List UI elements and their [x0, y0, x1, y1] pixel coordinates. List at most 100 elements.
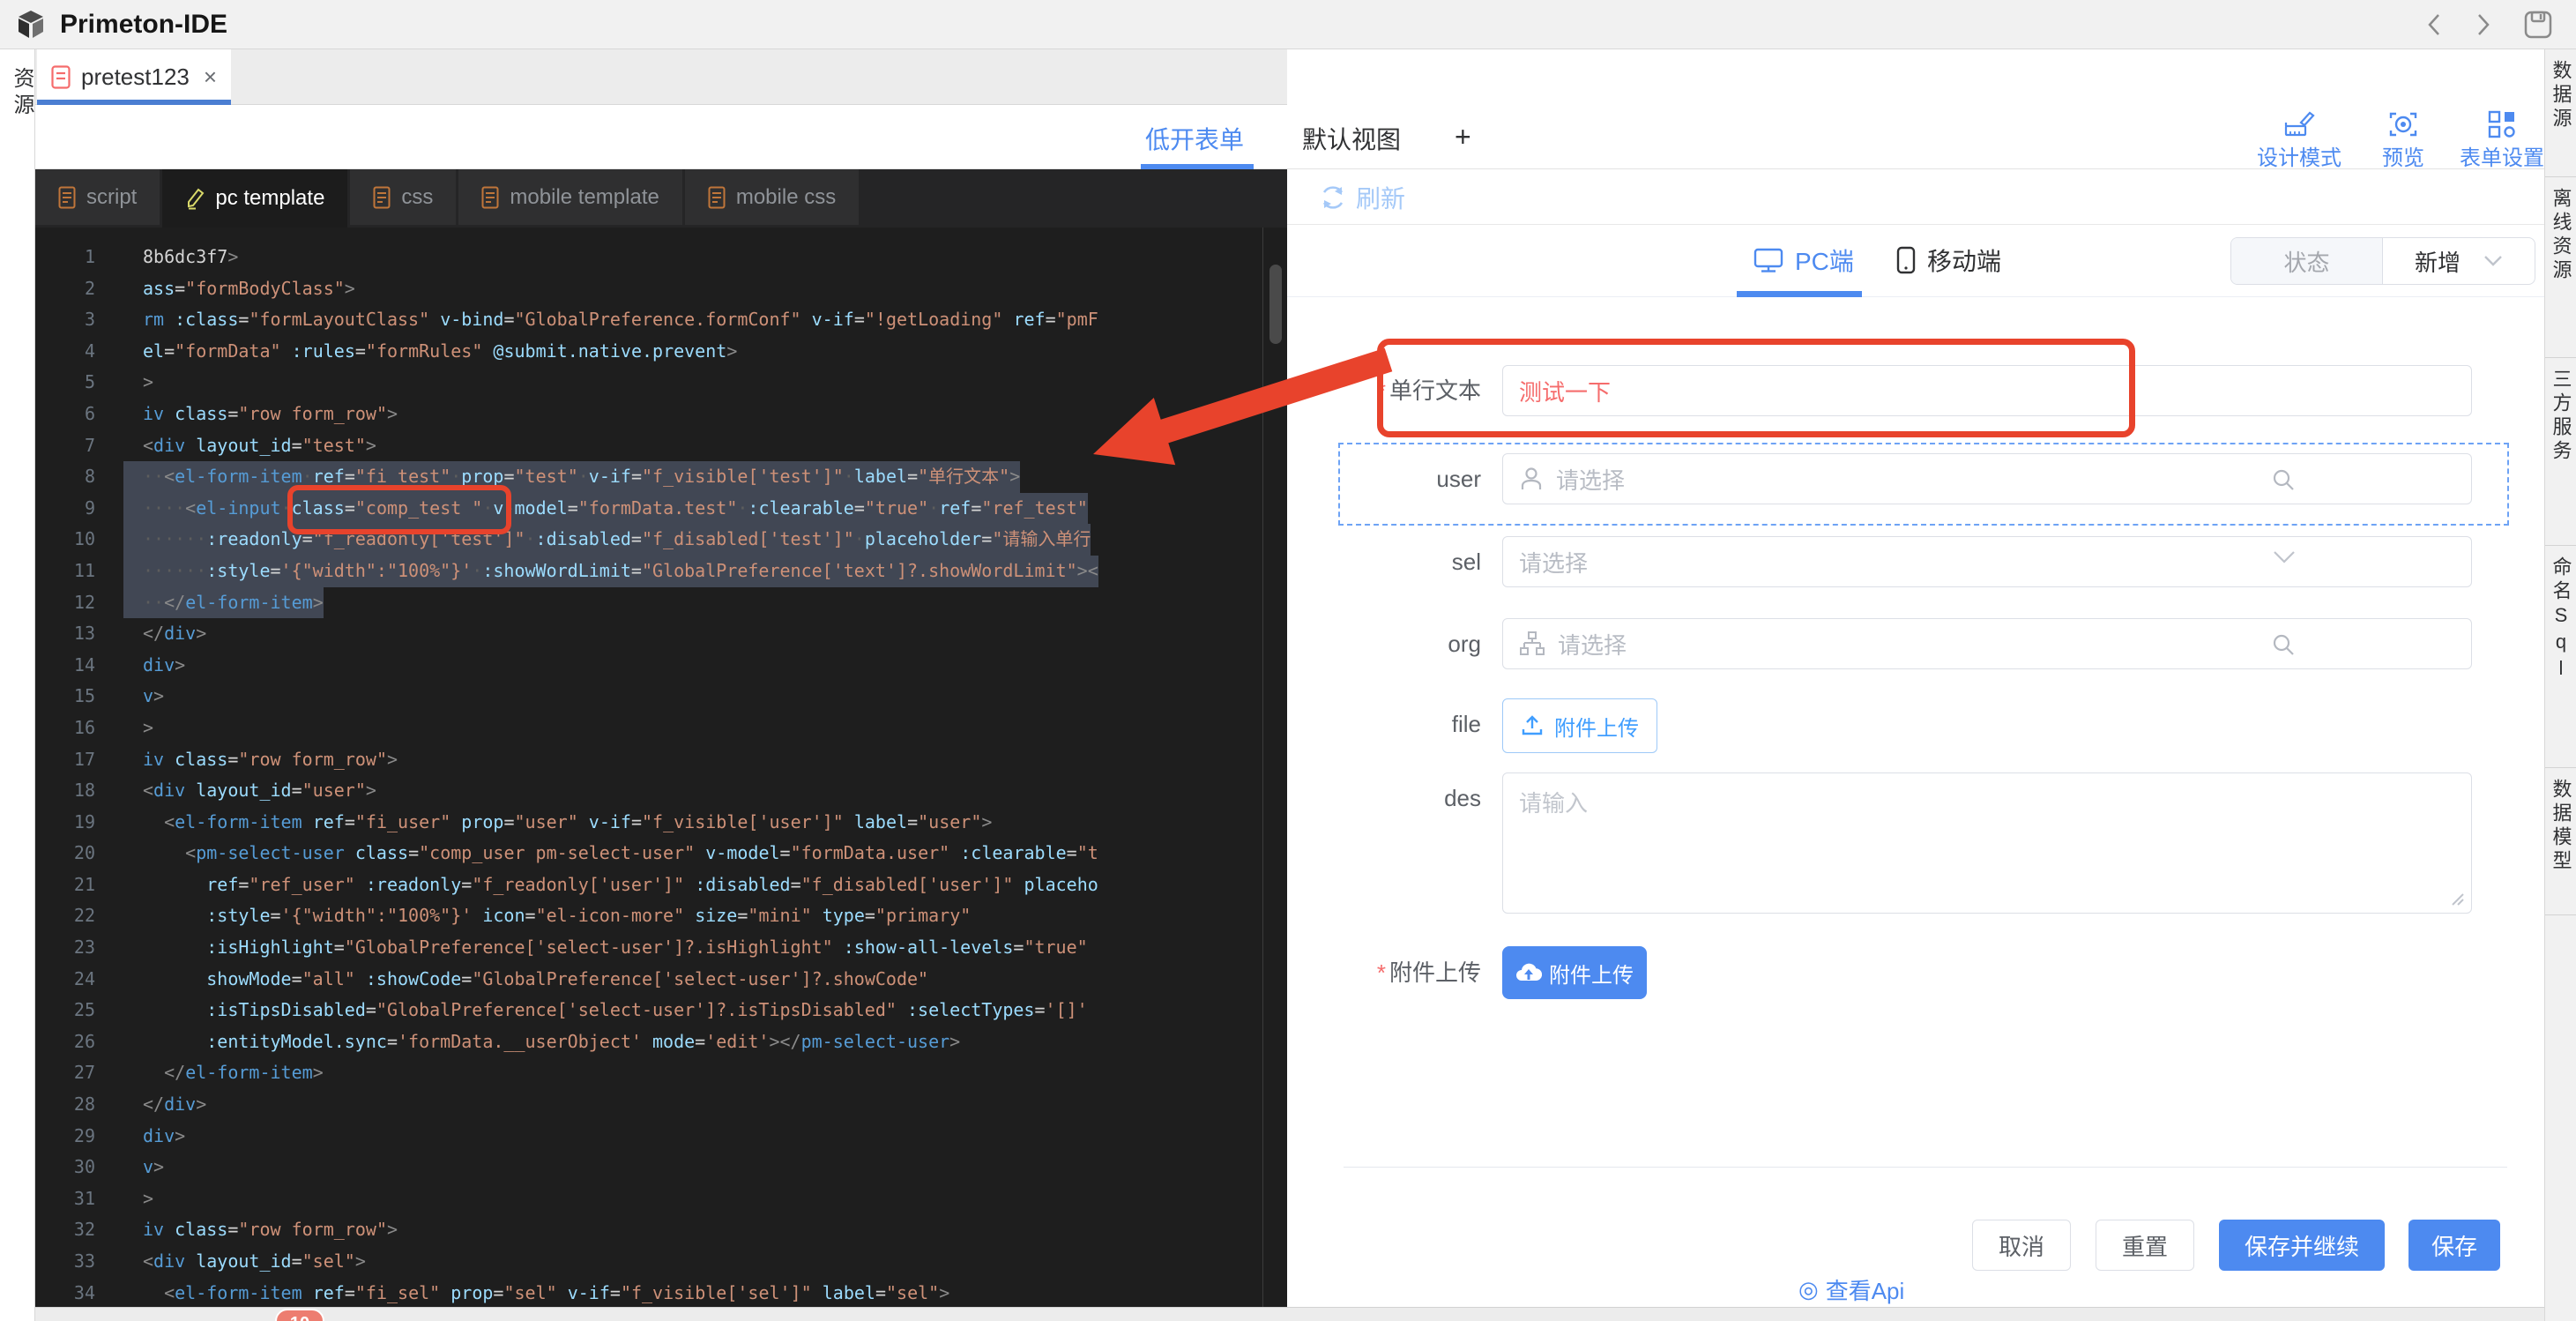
preview-button[interactable]: 预览 [2382, 110, 2424, 171]
code-line[interactable]: 16> [35, 713, 1287, 744]
code-line[interactable]: 13</div> [35, 618, 1287, 650]
rail-item-offline-resources[interactable]: 离线资源 [2545, 177, 2576, 358]
design-mode-button[interactable]: 设计模式 [2257, 110, 2341, 171]
code-line[interactable]: 33<div layout_id="sel"> [35, 1246, 1287, 1278]
code-line[interactable]: 10······:readonly="f_readonly['test']"·:… [35, 524, 1287, 556]
code-line[interactable]: 2ass="formBodyClass"> [35, 273, 1287, 305]
status-dropdown[interactable]: 状态 新增 [2230, 237, 2535, 285]
code-line[interactable]: 18b6dc3f7> [35, 242, 1287, 273]
save-icon[interactable] [2523, 10, 2553, 40]
sel-select[interactable]: 请选择 [1502, 536, 2472, 587]
editor-tabbar: script pc template css mobile template m… [35, 169, 1287, 228]
annotation-red-box-code [287, 485, 511, 534]
tab-mobile[interactable]: 移动端 [1895, 243, 2001, 278]
chevron-down-icon[interactable] [2273, 550, 2296, 564]
tab-lowcode-form[interactable]: 低开表单 [1145, 121, 1244, 156]
placeholder: 请选择 [1558, 628, 1627, 660]
attachment-upload-label: 附件上传 [1549, 958, 1634, 989]
editor-tab-mobile-template[interactable]: mobile template [458, 169, 681, 225]
nav-forward-icon[interactable] [2474, 11, 2493, 38]
preview-label: 预览 [2382, 140, 2424, 171]
code-line[interactable]: 3rm :class="formLayoutClass" v-bind="Glo… [35, 304, 1287, 336]
rail-item-data-model[interactable]: 数据模型 [2545, 768, 2576, 915]
form-settings-button[interactable]: 表单设置 [2460, 110, 2544, 171]
tab-default-view[interactable]: 默认视图 [1302, 121, 1401, 156]
status-value[interactable]: 新增 [2383, 238, 2535, 284]
code-line[interactable]: 26 :entityModel.sync='formData.__userObj… [35, 1026, 1287, 1058]
code-line[interactable]: 32iv class="row form_row"> [35, 1214, 1287, 1246]
code-line[interactable]: 23 :isHighlight="GlobalPreference['selec… [35, 932, 1287, 964]
file-upload-label: 附件上传 [1554, 711, 1639, 742]
status-label: 状态 [2231, 238, 2383, 284]
editor-tab-css[interactable]: css [350, 169, 456, 225]
app-title: Primeton-IDE [60, 10, 227, 40]
code-line[interactable]: 27 </el-form-item> [35, 1057, 1287, 1089]
save-button[interactable]: 保存 [2408, 1220, 2500, 1271]
left-rail-resources-tab[interactable]: 资源 [6, 67, 37, 120]
file-icon [58, 186, 76, 209]
tab-pc[interactable]: PC端 [1753, 243, 1854, 278]
code-line[interactable]: 30v> [35, 1152, 1287, 1183]
rail-item-label: 三方服务 [2547, 369, 2575, 545]
code-line[interactable]: 29div> [35, 1121, 1287, 1153]
annotation-red-box-form-row [1377, 339, 2135, 437]
cancel-button[interactable]: 取消 [1972, 1220, 2071, 1271]
tab-pc-label: PC端 [1795, 243, 1854, 278]
code-line[interactable]: 28</div> [35, 1089, 1287, 1121]
footer-divider [1344, 1167, 2507, 1168]
code-line[interactable]: 9····<el-input·class="comp_test "·v-mode… [35, 493, 1287, 525]
rail-item-label: 数据源 [2547, 60, 2575, 176]
code-line[interactable]: 22 :style='{"width":"100%"}' icon="el-ic… [35, 900, 1287, 932]
field-label-text: file [1452, 711, 1481, 737]
form-row-org: org 请选择 [1344, 618, 2516, 669]
code-line[interactable]: 24 showMode="all" :showCode="GlobalPrefe… [35, 964, 1287, 996]
code-line[interactable]: 18<div layout_id="user"> [35, 775, 1287, 807]
tab-mobile-label: 移动端 [1927, 243, 2001, 278]
search-icon[interactable] [2271, 632, 2296, 657]
editor-tab-script[interactable]: script [35, 169, 160, 225]
editor-tab-pc-template[interactable]: pc template [162, 169, 347, 228]
view-api-link[interactable]: ◎ 查看Api [1798, 1273, 1904, 1306]
code-line[interactable]: 17iv class="row form_row"> [35, 744, 1287, 776]
api-circle-icon: ◎ [1798, 1276, 1819, 1303]
attachment-upload-button[interactable]: 附件上传 [1502, 946, 1647, 999]
app-logo-icon [14, 8, 48, 41]
description-textarea[interactable] [1502, 772, 2472, 914]
required-asterisk: * [1377, 959, 1386, 986]
resize-handle-icon[interactable] [2449, 891, 2465, 907]
code-line[interactable]: 20 <pm-select-user class="comp_user pm-s… [35, 838, 1287, 869]
title-bar: Primeton-IDE [0, 0, 2576, 49]
nav-back-icon[interactable] [2424, 11, 2444, 38]
file-upload-button[interactable]: 附件上传 [1502, 698, 1657, 753]
bottom-scrollbar-strip[interactable] [35, 1307, 2544, 1321]
org-select-input[interactable]: 请选择 [1502, 618, 2472, 669]
rail-item-datasource[interactable]: 数据源 [2545, 49, 2576, 177]
editor-tab-label: mobile template [510, 185, 659, 210]
rail-item-named-sql[interactable]: 命名Sql [2545, 546, 2576, 768]
code-line[interactable]: 15v> [35, 681, 1287, 713]
rail-item-third-party-services[interactable]: 三方服务 [2545, 358, 2576, 546]
save-and-continue-button[interactable]: 保存并继续 [2219, 1220, 2385, 1271]
code-line[interactable]: 12··</el-form-item> [35, 587, 1287, 619]
editor-tab-mobile-css[interactable]: mobile css [685, 169, 859, 225]
upload-icon [1521, 714, 1544, 737]
file-icon [373, 186, 391, 209]
document-tab[interactable]: pretest123 × [37, 49, 231, 105]
document-tab-title: pretest123 [81, 63, 190, 91]
code-line[interactable]: 25 :isTipsDisabled="GlobalPreference['se… [35, 995, 1287, 1026]
rail-item-label: 命名Sql [2547, 556, 2575, 767]
code-line[interactable]: 31> [35, 1183, 1287, 1215]
close-tab-icon[interactable]: × [204, 63, 217, 91]
code-line[interactable]: 19 <el-form-item ref="fi_user" prop="use… [35, 807, 1287, 839]
code-line[interactable]: 21 ref="ref_user" :readonly="f_readonly[… [35, 869, 1287, 901]
code-line[interactable]: 11······:style='{"width":"100%"}'·:showW… [35, 556, 1287, 587]
reset-button[interactable]: 重置 [2096, 1220, 2194, 1271]
code-line[interactable]: 14div> [35, 650, 1287, 682]
code-line[interactable]: 34 <el-form-item ref="fi_sel" prop="sel"… [35, 1278, 1287, 1307]
annotation-red-arrow [1040, 344, 1411, 476]
add-view-tab-button[interactable]: + [1455, 121, 1471, 153]
right-rail: 数据源 离线资源 三方服务 命名Sql 数据模型 [2544, 49, 2576, 1321]
editor-scrollbar-thumb[interactable] [1269, 265, 1282, 344]
refresh-button[interactable]: 刷新 [1319, 180, 1405, 215]
file-icon [481, 186, 499, 209]
